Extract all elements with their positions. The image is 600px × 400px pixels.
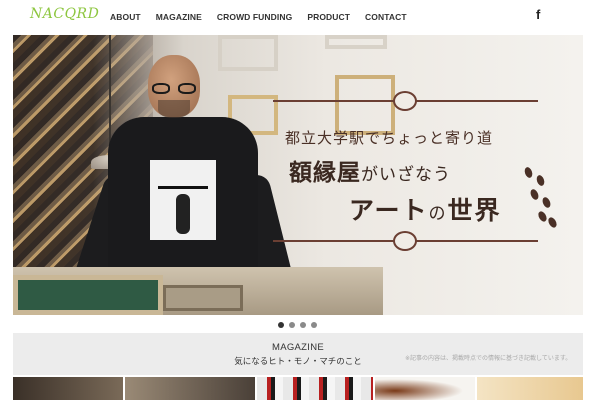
article-thumbnail[interactable]	[375, 377, 475, 400]
hero-title-line2: アートの世界	[349, 191, 502, 227]
article-thumbnails	[13, 377, 583, 400]
magazine-section-header: MAGAZINE 気になるヒト・モノ・マチのこと ※記事の内容は、掲載時点での情…	[13, 333, 583, 375]
nav-magazine[interactable]: MAGAZINE	[156, 12, 202, 22]
shirt-print	[150, 160, 216, 240]
article-thumbnail[interactable]	[477, 377, 583, 400]
article-thumbnail[interactable]	[125, 377, 255, 400]
article-thumbnail[interactable]	[257, 377, 373, 400]
hero-title-rest: がいざなう	[361, 165, 451, 185]
hero-title-art: アート	[349, 196, 429, 225]
glasses	[150, 83, 200, 94]
hero-title-line1: 額縁屋がいざなう	[289, 153, 451, 187]
hero-title-world: 世界	[447, 196, 502, 225]
footprints-icon	[521, 166, 561, 230]
nav-product[interactable]: PRODUCT	[307, 12, 350, 22]
slider-dot-4[interactable]	[311, 322, 317, 328]
main-nav: ABOUT MAGAZINE CROWD FUNDING PRODUCT CON…	[110, 12, 407, 22]
hero-title-main: 額縁屋	[289, 159, 361, 186]
slider-dot-3[interactable]	[300, 322, 306, 328]
green-mat	[13, 275, 163, 315]
hero-slide[interactable]: 都立大学駅でちょっと寄り道 額縁屋がいざなう アートの世界	[13, 35, 583, 315]
article-thumbnail[interactable]	[13, 377, 123, 400]
site-header: NACQRD ABOUT MAGAZINE CROWD FUNDING PROD…	[0, 0, 600, 34]
slider-dot-1[interactable]	[278, 322, 284, 328]
person-beard	[158, 100, 190, 118]
nav-contact[interactable]: CONTACT	[365, 12, 407, 22]
frame-piece	[163, 285, 243, 311]
hero-subtitle: 都立大学駅でちょっと寄り道	[285, 129, 494, 147]
magazine-title: MAGAZINE	[271, 342, 324, 353]
magazine-note: ※記事の内容は、掲載時点での情報に基づき記載しています。	[405, 355, 572, 362]
nav-crowd-funding[interactable]: CROWD FUNDING	[217, 12, 292, 22]
slider-pagination	[278, 322, 317, 328]
wall-frame	[325, 35, 387, 49]
facebook-icon[interactable]: f	[536, 7, 540, 22]
slider-dot-2[interactable]	[289, 322, 295, 328]
hero-title-no: の	[428, 204, 448, 224]
nav-about[interactable]: ABOUT	[110, 12, 141, 22]
site-logo[interactable]: NACQRD	[30, 6, 99, 22]
ornament-divider-top	[273, 91, 538, 111]
ornament-divider-bottom	[273, 231, 538, 251]
